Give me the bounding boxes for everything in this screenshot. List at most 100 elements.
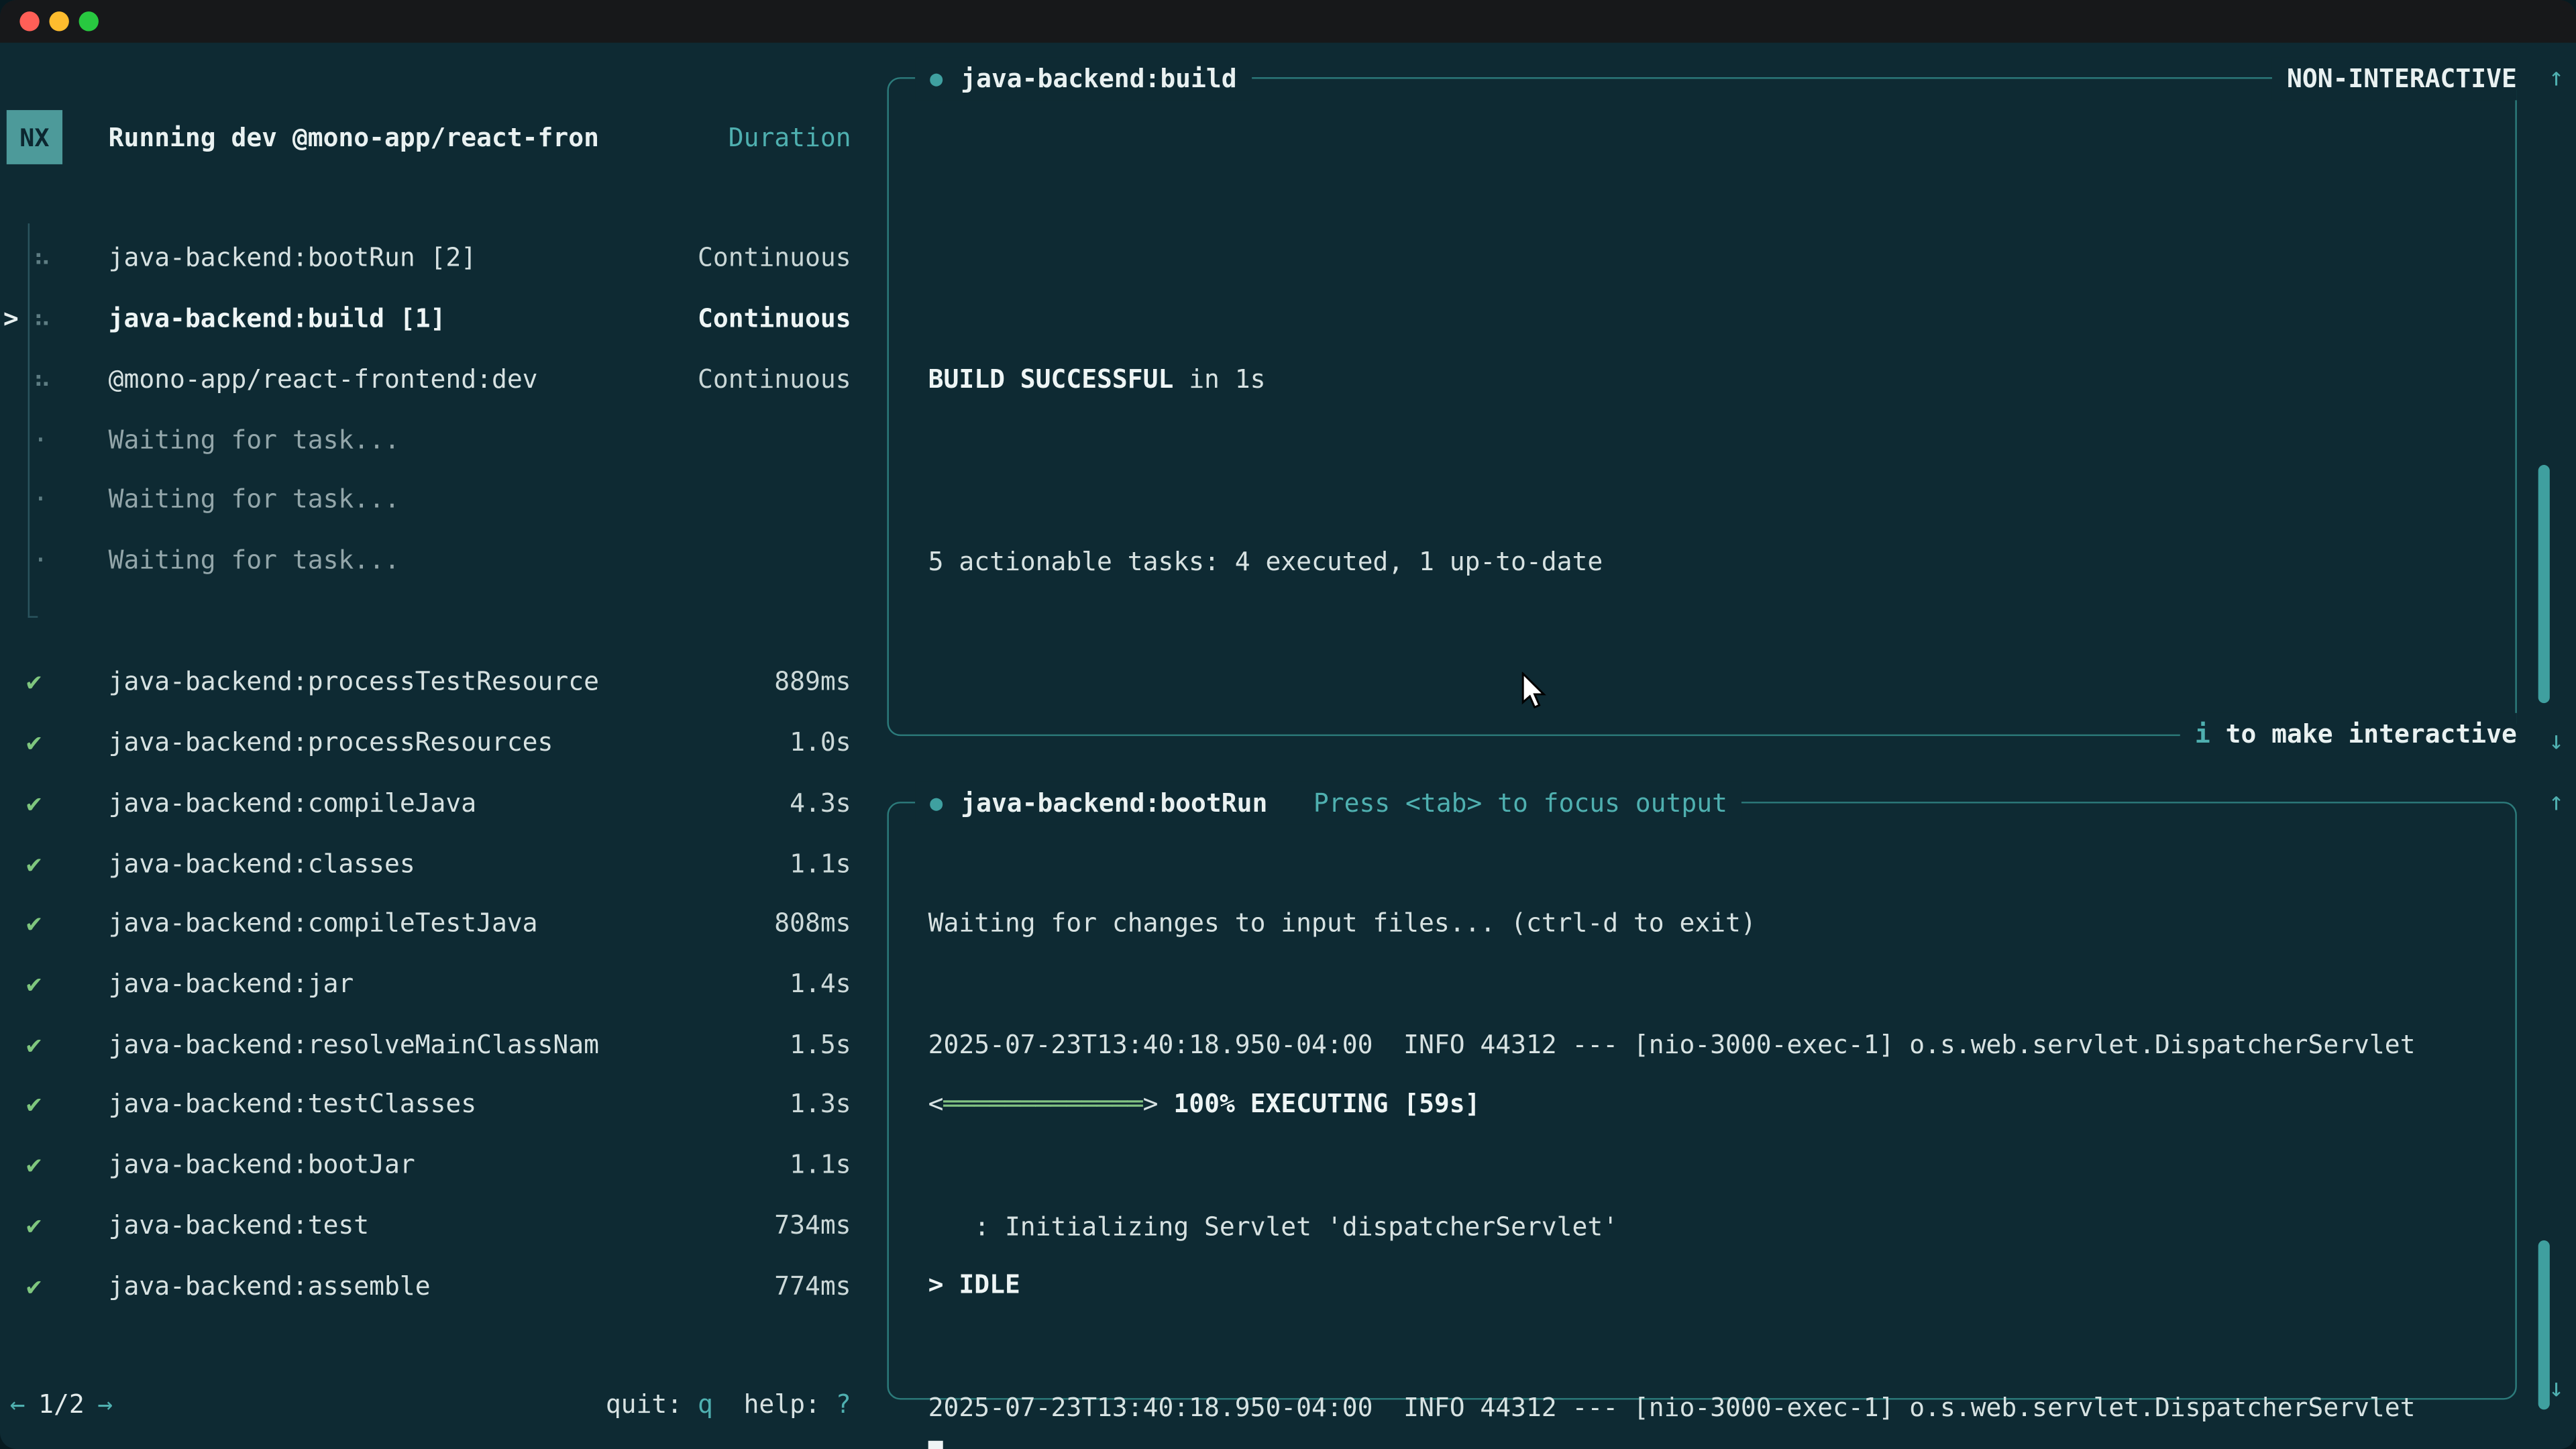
minimize-button[interactable] [49, 11, 68, 31]
build-panel-name: java-backend:build [961, 64, 1236, 94]
task-duration: 1.1s [790, 1150, 851, 1180]
terminal-window: NX Running dev @mono-app/react-fron Dura… [0, 0, 2576, 1449]
completed-task-row[interactable]: ✔ java-backend:assemble 774ms [0, 1255, 871, 1316]
bootrun-panel-title: ● java-backend:bootRun Press <tab> to fo… [915, 782, 1742, 825]
selection-arrow-icon: > [3, 304, 19, 333]
checkmark-icon: ✔ [26, 1271, 42, 1300]
checkmark-icon: ✔ [26, 1090, 42, 1120]
checkmark-icon: ✔ [26, 728, 42, 757]
completed-task-row[interactable]: ✔ java-backend:processResources 1.0s [0, 712, 871, 773]
interactive-hint-key: i [2195, 720, 2210, 749]
sidebar-footer: ← 1/2 → quit: q help: ? [0, 1373, 871, 1434]
completed-task-list: ✔ java-backend:processTestResource 889ms… [0, 652, 871, 1316]
completed-task-row[interactable]: ✔ java-backend:compileJava 4.3s [0, 773, 871, 833]
completed-task-row[interactable]: ✔ java-backend:classes 1.1s [0, 833, 871, 894]
task-duration: 1.4s [790, 969, 851, 999]
sidebar-header: Running dev @mono-app/react-fron Duratio… [0, 109, 871, 168]
page-prev-arrow[interactable]: ← [10, 1389, 25, 1419]
task-label: java-backend:bootRun [2] [109, 244, 476, 273]
task-duration: 889ms [774, 667, 851, 697]
checkmark-icon: ✔ [26, 788, 42, 818]
completed-task-row[interactable]: ✔ java-backend:bootJar 1.1s [0, 1135, 871, 1195]
bootrun-scrollbar-thumb[interactable] [2538, 1240, 2550, 1409]
task-duration: 1.1s [790, 849, 851, 878]
log-line: : Initializing Servlet 'dispatcherServle… [928, 1197, 2499, 1257]
checkmark-icon: ✔ [26, 667, 42, 697]
task-duration: 808ms [774, 909, 851, 938]
task-label: java-backend:assemble [109, 1271, 431, 1300]
page-next-arrow[interactable]: → [97, 1389, 113, 1419]
scroll-up-icon: ↑ [2540, 787, 2573, 820]
page-indicator: 1/2 [25, 1389, 98, 1419]
task-duration: 4.3s [790, 788, 851, 818]
task-label: java-backend:jar [109, 969, 354, 999]
non-interactive-badge: NON-INTERACTIVE [2272, 58, 2517, 101]
completed-task-row[interactable]: ✔ java-backend:test 734ms [0, 1195, 871, 1256]
quit-label: quit: [606, 1389, 698, 1419]
checkmark-icon: ✔ [26, 849, 42, 878]
completed-task-row[interactable]: ✔ java-backend:compileTestJava 808ms [0, 894, 871, 954]
task-label: java-backend:compileTestJava [109, 909, 538, 938]
scroll-down-icon: ↓ [2540, 726, 2573, 759]
spinner-icon: ⠦ [33, 364, 52, 394]
completed-task-row[interactable]: ✔ java-backend:resolveMainClassNam 1.5s [0, 1014, 871, 1075]
bootrun-output-panel[interactable]: ● java-backend:bootRun Press <tab> to fo… [887, 802, 2516, 1399]
completed-task-row[interactable]: ✔ java-backend:jar 1.4s [0, 954, 871, 1014]
task-label: @mono-app/react-frontend:dev [109, 364, 538, 394]
task-label: java-backend:processTestResource [109, 667, 599, 697]
duration-column-header: Duration [729, 123, 851, 153]
keyboard-hints: quit: q help: ? [606, 1389, 851, 1419]
task-row-bootrun[interactable]: ⠦ java-backend:bootRun [2] Continuous [0, 228, 871, 288]
bootrun-terminal-output[interactable]: 2025-07-23T13:40:18.950-04:00 INFO 44312… [928, 896, 2499, 1449]
scroll-up-icon: ↑ [2540, 62, 2573, 95]
interactive-hint: i to make interactive [2180, 713, 2517, 756]
task-duration: 1.0s [790, 728, 851, 757]
task-label: java-backend:compileJava [109, 788, 476, 818]
spinner-icon: ⠦ [33, 244, 52, 273]
checkmark-icon: ✔ [26, 909, 42, 938]
bullet-icon: · [33, 545, 48, 575]
task-row-frontend-dev[interactable]: ⠦ @mono-app/react-frontend:dev Continuou… [0, 349, 871, 409]
run-title: Running dev @mono-app/react-fron [109, 123, 599, 153]
log-line: 2025-07-23T13:40:18.950-04:00 INFO 44312… [928, 1016, 2499, 1077]
task-label: java-backend:resolveMainClassNam [109, 1030, 599, 1059]
checkmark-icon: ✔ [26, 1210, 42, 1240]
task-label: java-backend:testClasses [109, 1090, 476, 1120]
bullet-icon: · [33, 485, 48, 515]
build-tasks-line: 5 actionable tasks: 4 executed, 1 up-to-… [928, 531, 2499, 592]
mouse-cursor [1521, 672, 1550, 712]
task-label: Waiting for task... [109, 425, 400, 454]
task-row-waiting: · Waiting for task... [0, 470, 871, 530]
completed-task-row[interactable]: ✔ java-backend:testClasses 1.3s [0, 1075, 871, 1135]
checkmark-icon: ✔ [26, 969, 42, 999]
zoom-button[interactable] [79, 11, 99, 31]
task-row-build-selected[interactable]: > ⠦ java-backend:build [1] Continuous [0, 288, 871, 349]
checkmark-icon: ✔ [26, 1150, 42, 1180]
task-row-waiting: · Waiting for task... [0, 530, 871, 590]
task-duration: 1.3s [790, 1090, 851, 1120]
completed-task-row[interactable]: ✔ java-backend:processTestResource 889ms [0, 652, 871, 712]
task-label: java-backend:build [1] [109, 304, 446, 333]
bootrun-panel-name: java-backend:bootRun [961, 789, 1267, 818]
checkmark-icon: ✔ [26, 1030, 42, 1059]
task-label: java-backend:classes [109, 849, 415, 878]
task-label: java-backend:bootJar [109, 1150, 415, 1180]
task-status: Continuous [698, 364, 851, 394]
task-status: Continuous [698, 244, 851, 273]
build-panel-title: ● java-backend:build [915, 58, 1252, 101]
close-button[interactable] [19, 11, 39, 31]
task-duration: 774ms [774, 1271, 851, 1300]
status-dot-icon: ● [930, 66, 943, 91]
task-label: java-backend:test [109, 1210, 370, 1240]
window-titlebar[interactable] [0, 0, 2576, 43]
build-output-panel: ● java-backend:build NON-INTERACTIVE BUI… [887, 77, 2516, 736]
task-duration: 734ms [774, 1210, 851, 1240]
build-scrollbar-thumb[interactable] [2538, 465, 2550, 703]
status-dot-icon: ● [930, 791, 943, 816]
task-row-waiting: · Waiting for task... [0, 409, 871, 470]
bullet-icon: · [33, 425, 48, 454]
log-line: 2025-07-23T13:40:18.950-04:00 INFO 44312… [928, 1378, 2499, 1438]
task-tree-guide-foot [28, 616, 38, 617]
focus-output-hint: Press <tab> to focus output [1313, 789, 1727, 818]
task-label: java-backend:processResources [109, 728, 553, 757]
